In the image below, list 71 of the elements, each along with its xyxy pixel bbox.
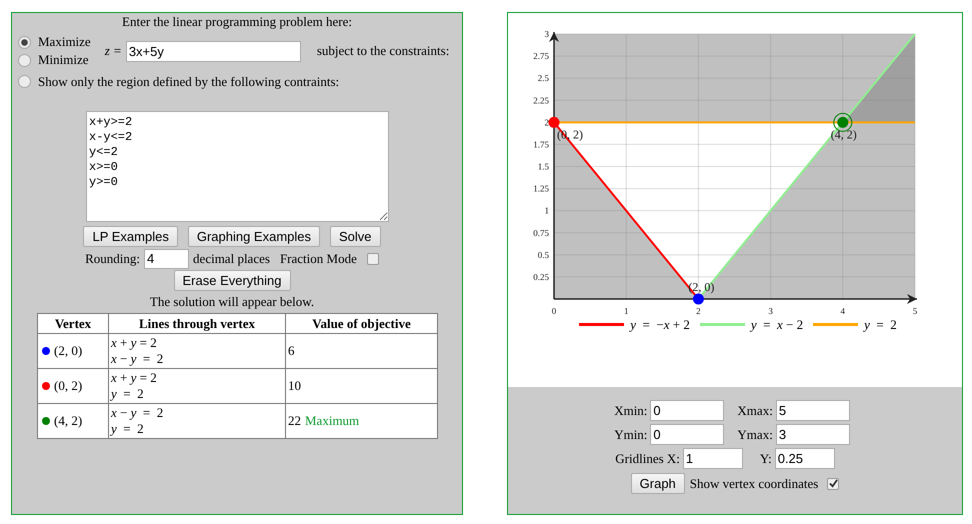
action-button[interactable]: Solve xyxy=(330,226,381,246)
equation-label: z = xyxy=(104,42,122,60)
input-field[interactable]: 0.25 xyxy=(774,448,835,469)
column-header: Value of objective xyxy=(286,313,438,334)
tick-label: 1.75 xyxy=(533,139,549,150)
vertex-label: (2, 0) xyxy=(688,280,714,294)
field-label: Gridlines X: xyxy=(615,450,680,468)
constraints-label: subject to the constraints: xyxy=(316,42,450,60)
graph-button[interactable]: Graph xyxy=(630,473,685,494)
field-label: Ymax: xyxy=(737,426,773,444)
rounding-label: Rounding: xyxy=(85,250,140,268)
tick-label: 0.5 xyxy=(538,250,549,260)
rounding-field[interactable]: 4 xyxy=(144,248,190,268)
input-field[interactable]: 1 xyxy=(682,448,743,469)
checkbox[interactable] xyxy=(366,252,379,264)
table-cell: x − y = 2 y = 2 xyxy=(108,404,286,438)
fraction-mode-label: Fraction Mode xyxy=(280,250,357,268)
radio-button[interactable] xyxy=(18,54,31,66)
column-header: Lines through vertex xyxy=(108,313,286,334)
tick-label: 1.25 xyxy=(533,184,549,194)
action-button[interactable]: LP Examples xyxy=(83,226,178,246)
action-button[interactable]: Graphing Examples xyxy=(188,226,320,246)
tick-label: 2.5 xyxy=(538,73,549,84)
radio-button[interactable] xyxy=(18,75,31,88)
tick-label: 0 xyxy=(552,306,556,316)
radio-button[interactable] xyxy=(18,36,31,48)
objective-value: 6 xyxy=(288,343,294,358)
field-label: Xmin: xyxy=(614,402,648,420)
solution-note: The solution will appear below. xyxy=(148,294,316,310)
option-label: Show only the region defined by the following contraints: xyxy=(38,73,340,91)
tick-label: 0.75 xyxy=(533,228,549,238)
tick-label: 3 xyxy=(768,306,773,316)
tick-label: 0.25 xyxy=(533,272,549,282)
tick-label: 1 xyxy=(544,206,549,216)
input-field[interactable]: 0 xyxy=(650,424,724,445)
vertex-label: (4, 2) xyxy=(830,127,857,142)
legend-label: y = −x + 2 xyxy=(630,316,690,334)
tick-label: 2.25 xyxy=(533,95,549,106)
vertex-text: (2, 0) xyxy=(54,342,82,360)
decimal-label: decimal places xyxy=(193,250,270,268)
legend-label: y = x − 2 xyxy=(750,316,804,334)
objective-field[interactable]: 3x+5y xyxy=(126,40,301,62)
tick-label: 1 xyxy=(624,306,628,316)
option-label: Maximize xyxy=(38,34,91,50)
selection-ring xyxy=(833,112,852,132)
tick-label: 1.5 xyxy=(538,162,549,172)
objective-value: 10 xyxy=(288,378,301,394)
constraints-field[interactable]: x+y>=2 x-y<=2 y<=2 x>=0 y>=0 xyxy=(86,110,389,222)
vertex-text: (4, 2) xyxy=(54,412,82,430)
field-label: Xmax: xyxy=(737,402,773,420)
tick-label: 3 xyxy=(544,29,549,39)
tick-label: 4 xyxy=(840,306,846,316)
field-label: Ymin: xyxy=(614,426,648,444)
field-label: Y: xyxy=(760,450,772,468)
option-label: Minimize xyxy=(38,52,89,68)
tick-label: 5 xyxy=(912,306,918,316)
tick-label: 2 xyxy=(544,117,549,128)
legend-label: y = 2 xyxy=(864,316,897,334)
form-title: Enter the linear programming problem here: xyxy=(121,14,353,30)
input-field[interactable]: 3 xyxy=(776,424,850,445)
input-field[interactable]: 5 xyxy=(776,400,850,421)
maximum-label: Maximum xyxy=(305,413,360,428)
input-field[interactable]: 0 xyxy=(650,400,724,421)
tick-label: 2.75 xyxy=(533,51,549,62)
tick-label: 2 xyxy=(696,306,701,316)
vertex-text: (0, 2) xyxy=(54,377,82,396)
checkbox[interactable] xyxy=(827,478,840,490)
show-vertex-label: Show vertex coordinates xyxy=(690,474,818,493)
column-header: Vertex xyxy=(38,313,108,334)
erase-button[interactable]: Erase Everything xyxy=(174,270,290,290)
objective-value: 22 xyxy=(288,413,301,428)
